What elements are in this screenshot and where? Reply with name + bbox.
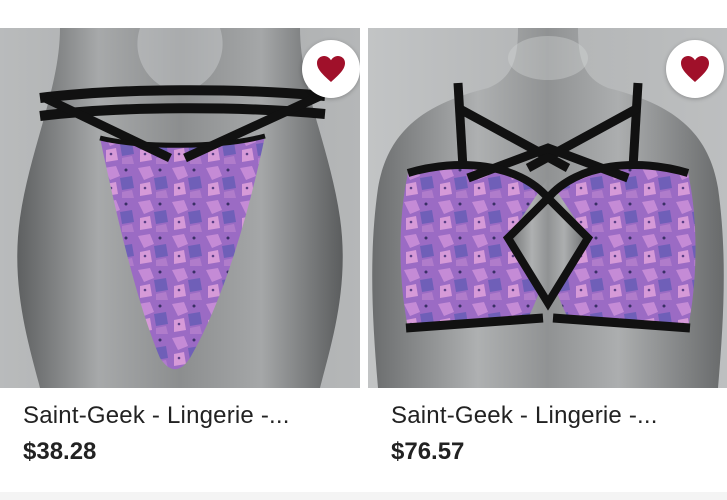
product-image[interactable] — [0, 28, 360, 388]
product-card[interactable]: Saint-Geek - Lingerie -... $76.57 — [368, 28, 727, 466]
heart-icon — [681, 56, 709, 82]
product-price: $76.57 — [391, 438, 465, 465]
favorite-button[interactable] — [302, 40, 360, 98]
favorite-button[interactable] — [666, 40, 724, 98]
next-row-edge — [0, 492, 727, 500]
product-title[interactable]: Saint-Geek - Lingerie -... — [23, 402, 360, 430]
heart-icon — [317, 56, 345, 82]
product-card[interactable]: Saint-Geek - Lingerie -... $38.28 — [0, 28, 360, 466]
product-grid: Saint-Geek - Lingerie -... $38.28 Saint-… — [0, 0, 727, 500]
product-title[interactable]: Saint-Geek - Lingerie -... — [391, 402, 727, 430]
product-image[interactable] — [368, 28, 727, 388]
product-price: $38.28 — [23, 438, 97, 465]
